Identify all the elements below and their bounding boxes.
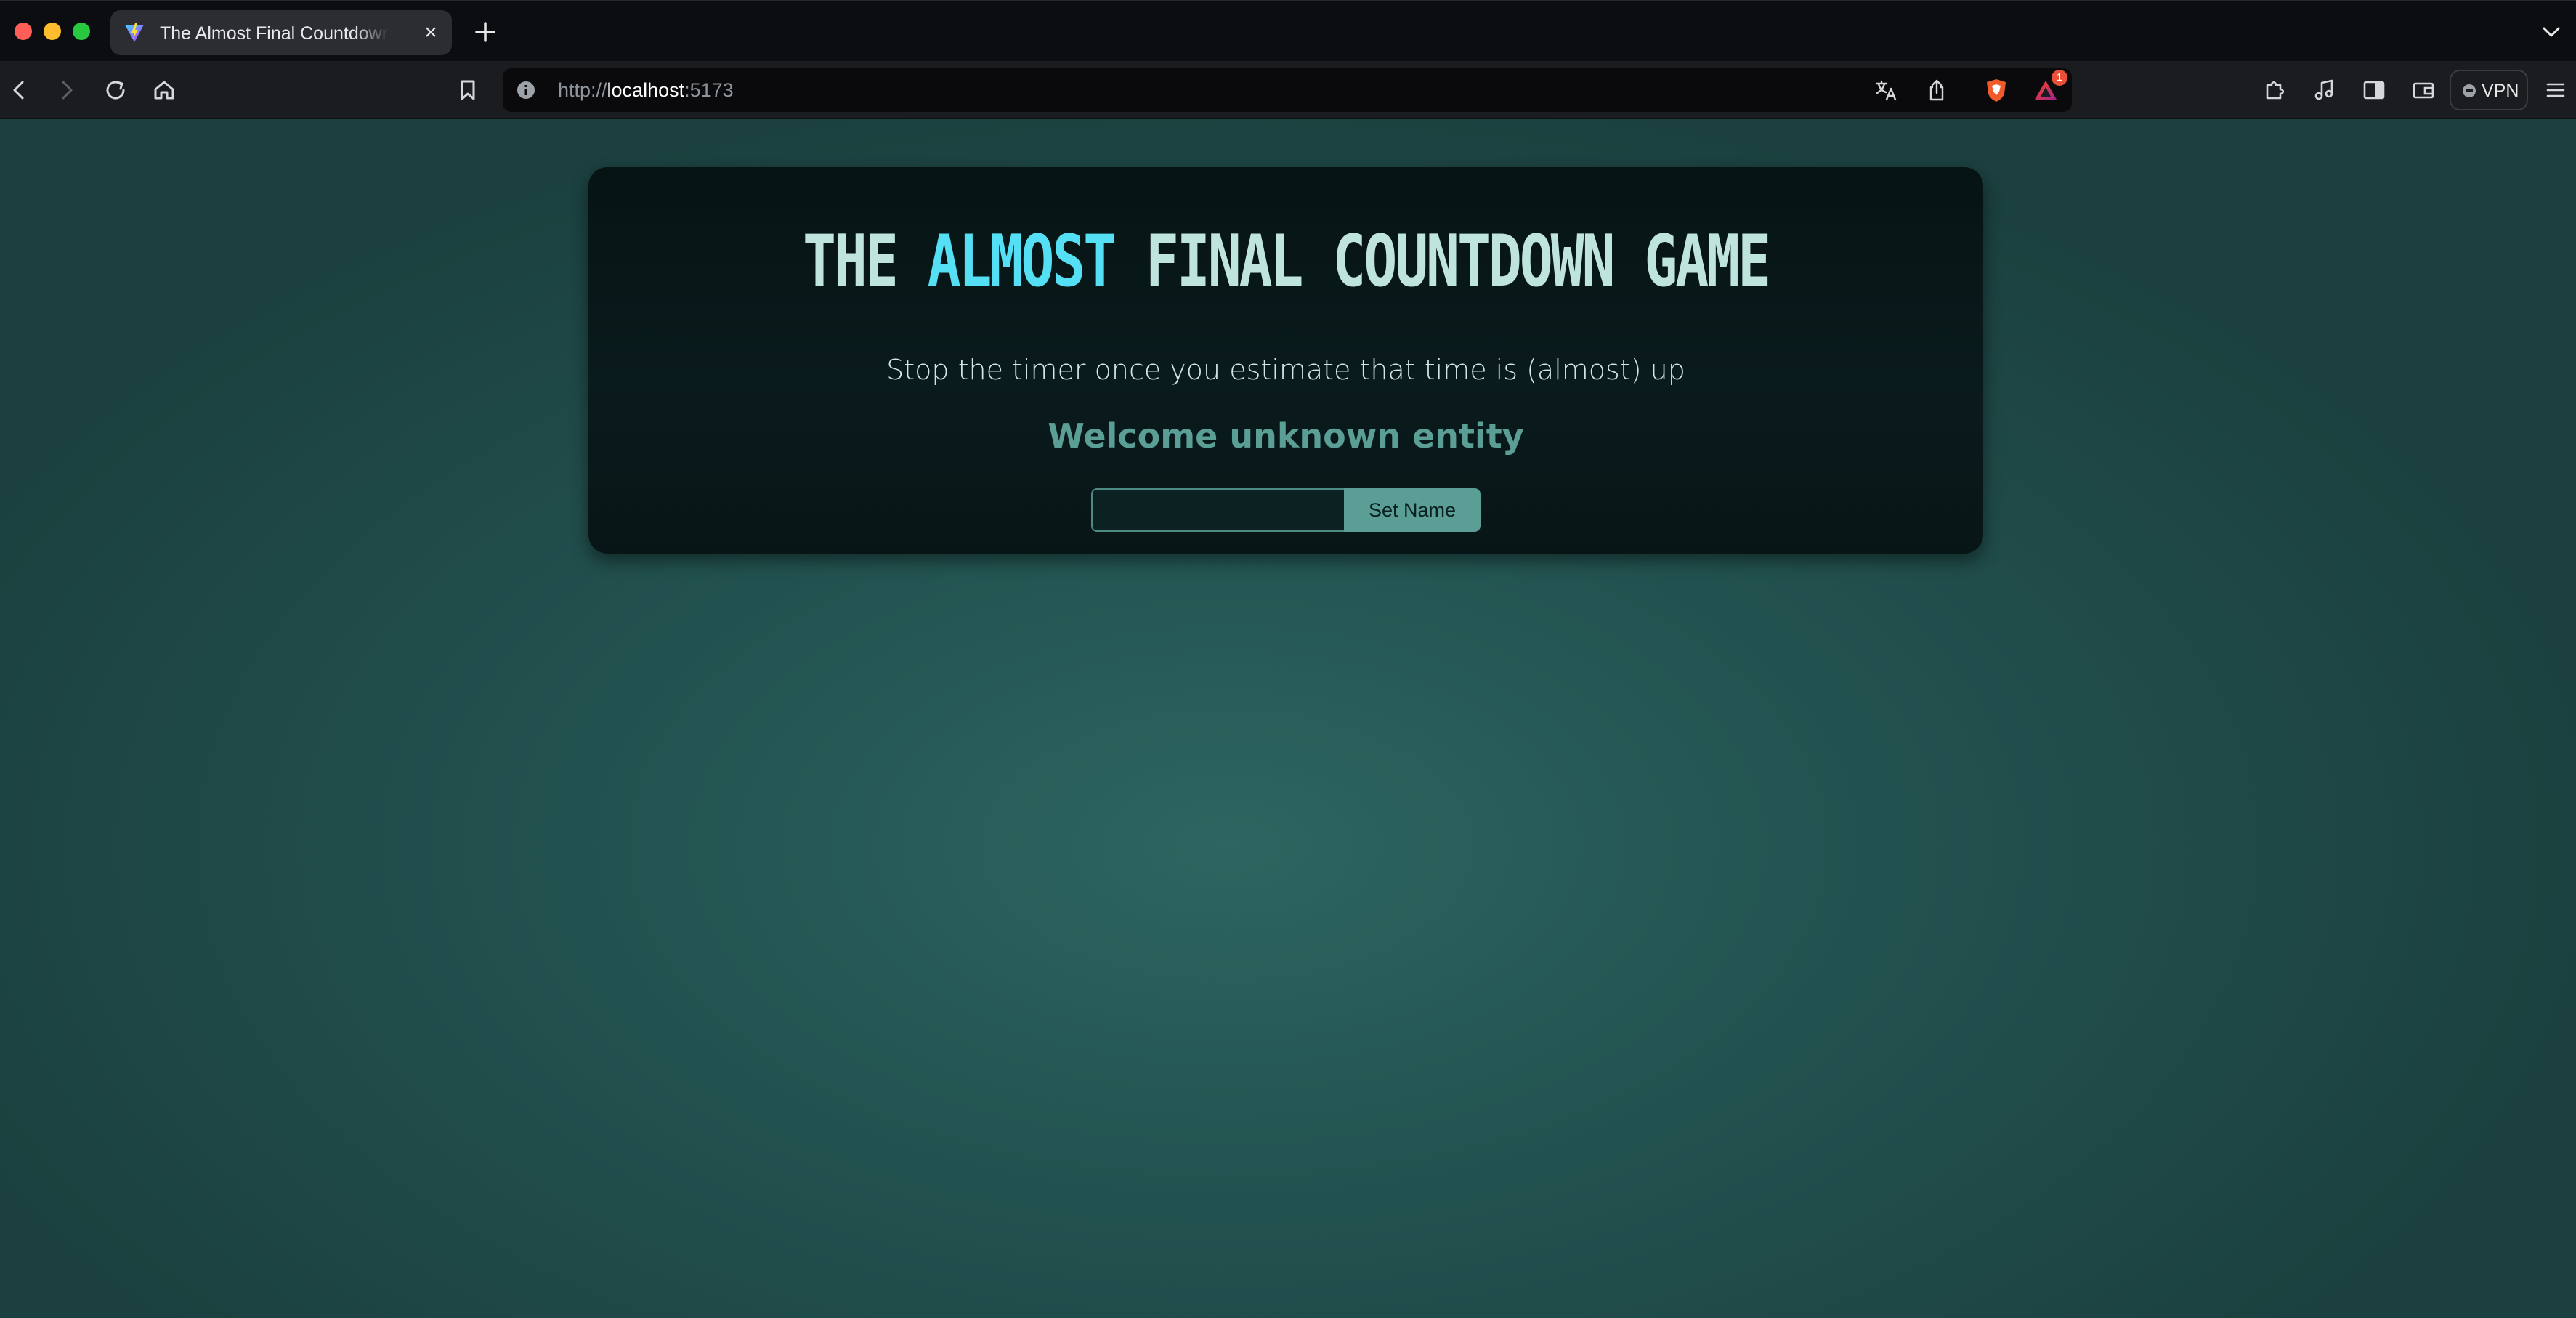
forward-icon[interactable] xyxy=(52,76,81,105)
media-icon[interactable] xyxy=(2310,76,2339,105)
welcome-message: Welcome unknown entity xyxy=(1048,416,1524,456)
address-bar[interactable]: http://localhost:5173 1 xyxy=(503,68,2470,112)
game-card: THE ALMOST FINAL COUNTDOWN GAME Stop the… xyxy=(588,167,1983,554)
name-form: Set Name xyxy=(1091,488,1481,532)
name-input[interactable] xyxy=(1091,488,1345,532)
vite-favicon-icon xyxy=(125,23,144,42)
share-icon[interactable] xyxy=(1924,77,1950,103)
browser-toolbar: http://localhost:5173 1 VPN xyxy=(0,61,2576,119)
active-tab[interactable]: The Almost Final Countdown Game × xyxy=(110,10,452,55)
vpn-status-icon xyxy=(2463,84,2476,97)
brave-shields-icon[interactable] xyxy=(1983,77,2009,103)
tab-title: The Almost Final Countdown Game xyxy=(160,23,389,44)
wallet-icon[interactable] xyxy=(2409,76,2438,105)
menu-icon[interactable] xyxy=(2541,76,2570,105)
sidebar-icon[interactable] xyxy=(2360,76,2389,105)
back-icon[interactable] xyxy=(4,76,33,105)
minimize-window-button[interactable] xyxy=(44,23,61,40)
maximize-window-button[interactable] xyxy=(73,23,90,40)
close-window-button[interactable] xyxy=(15,23,32,40)
url-text[interactable]: http://localhost:5173 xyxy=(558,78,734,102)
reload-icon[interactable] xyxy=(101,76,130,105)
bookmark-icon[interactable] xyxy=(453,76,482,105)
page-title: THE ALMOST FINAL COUNTDOWN GAME xyxy=(742,224,1830,299)
page-viewport: THE ALMOST FINAL COUNTDOWN GAME Stop the… xyxy=(0,119,2576,1318)
url-host: localhost xyxy=(607,79,685,101)
home-icon[interactable] xyxy=(150,76,179,105)
url-port: :5173 xyxy=(684,79,734,101)
title-part-2: FINAL COUNTDOWN GAME xyxy=(1114,220,1771,303)
page-subtitle: Stop the timer once you estimate that ti… xyxy=(886,354,1685,386)
vpn-label: VPN xyxy=(2482,81,2519,101)
site-info-icon[interactable] xyxy=(516,80,536,100)
set-name-button[interactable]: Set Name xyxy=(1344,488,1481,532)
title-part-1: THE xyxy=(803,220,928,303)
notification-badge: 1 xyxy=(2052,70,2067,86)
new-tab-icon[interactable] xyxy=(469,16,501,48)
url-scheme: http:// xyxy=(558,79,607,101)
close-tab-icon[interactable]: × xyxy=(418,20,443,45)
translate-icon[interactable] xyxy=(1873,77,1899,103)
tab-strip: The Almost Final Countdown Game × xyxy=(0,0,2576,61)
extensions-icon[interactable] xyxy=(2261,76,2290,105)
vpn-button[interactable]: VPN xyxy=(2450,70,2528,110)
title-highlight: ALMOST xyxy=(927,220,1117,303)
tabs-menu-icon[interactable] xyxy=(2540,20,2563,44)
